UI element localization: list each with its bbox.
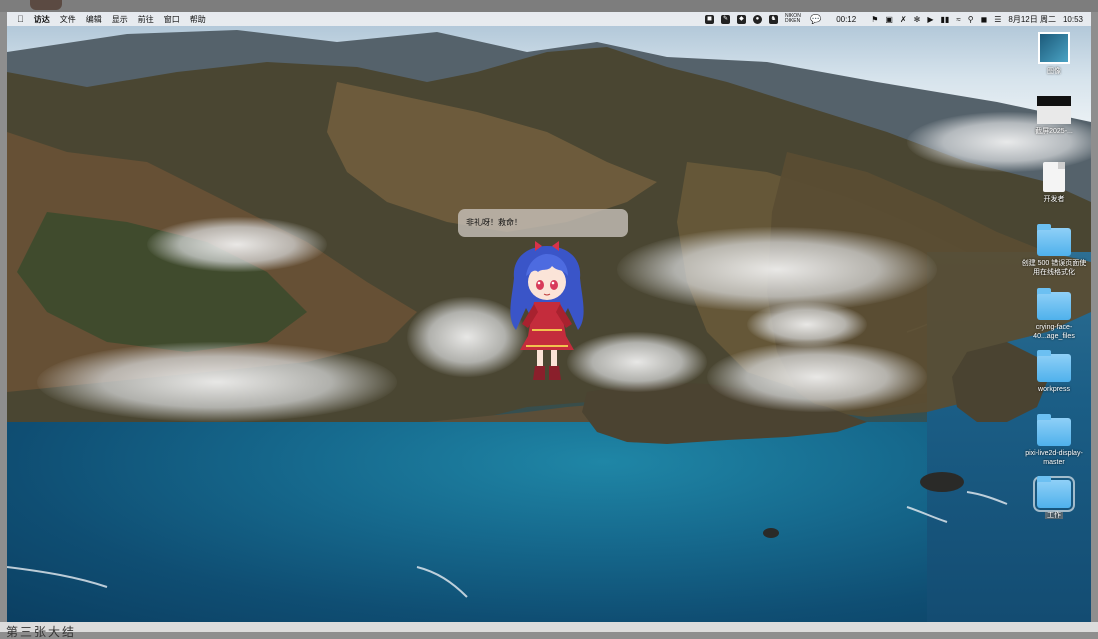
desktop-icon-label: 截屏2025-... xyxy=(1035,128,1073,135)
character-speech-bubble: 非礼呀！救命！ xyxy=(458,209,628,237)
desktop-icon-label: crying-face-40...age_files xyxy=(1033,324,1075,340)
cloud-4 xyxy=(617,227,937,312)
desktop-icon-label: 开发者 xyxy=(1043,196,1065,203)
document-file-icon xyxy=(1043,162,1065,192)
wifi-icon[interactable]: ≈ xyxy=(956,15,960,24)
nikon-label[interactable]: NIKON DIKEN xyxy=(785,14,803,24)
menubar-time[interactable]: 10:53 xyxy=(1063,15,1083,24)
battery-icon[interactable]: ▮▮ xyxy=(941,15,950,24)
sea-rock-small xyxy=(763,528,779,538)
speech-text: 非礼呀！救命！ xyxy=(466,218,522,227)
menubar-date[interactable]: 8月12日 周二 xyxy=(1008,14,1056,25)
folder-icon xyxy=(1037,350,1071,382)
desktop-icon-document[interactable]: 开发者 xyxy=(1019,162,1089,204)
desktop-icon-label: 工作 xyxy=(1045,512,1063,519)
play-icon[interactable]: ▶ xyxy=(927,15,933,24)
timer-readout[interactable]: 00:12 xyxy=(836,15,856,24)
bottom-strip: 第三张大结 xyxy=(0,622,1098,638)
desktop-icon-screenshot[interactable]: 截屏2025-... xyxy=(1019,96,1089,136)
menu-help[interactable]: 帮助 xyxy=(190,14,206,25)
menu-file[interactable]: 文件 xyxy=(60,14,76,25)
desktop-icon-image[interactable]: 图像 xyxy=(1019,32,1089,76)
screen-icon[interactable]: ▣ xyxy=(885,15,893,24)
desktop-icon-label: pixi-live2d-display-master xyxy=(1025,450,1083,466)
bookmark-icon[interactable]: ⚑ xyxy=(871,15,878,24)
cloud-2 xyxy=(37,342,397,422)
desktop-icon-label: workpress xyxy=(1038,386,1070,393)
boot-right xyxy=(549,366,561,380)
folder-icon xyxy=(1033,476,1075,512)
apple-icon[interactable]:  xyxy=(17,14,24,24)
desktop-icon-label: 创建 500 错误页面使用在线格式化 xyxy=(1021,260,1087,276)
app-icon[interactable]: ● xyxy=(752,14,762,24)
desktop-icon-folder[interactable]: workpress xyxy=(1019,350,1089,394)
surf xyxy=(7,491,1008,598)
desktop-icon-folder[interactable]: pixi-live2d-display-master xyxy=(1019,414,1089,467)
image-file-icon xyxy=(1038,32,1070,64)
boot-left xyxy=(533,366,545,380)
live2d-character[interactable] xyxy=(502,238,592,383)
sea-rock xyxy=(920,472,964,492)
desktop-icon-folder[interactable]: crying-face-40...age_files xyxy=(1019,288,1089,341)
cloud-6 xyxy=(707,342,927,412)
menu-view[interactable]: 显示 xyxy=(112,14,128,25)
cloud-8 xyxy=(747,302,867,347)
wechat-icon[interactable]: 💬 xyxy=(810,14,821,25)
bottom-text: 第三张大结 xyxy=(6,625,77,639)
app-icon[interactable]: ♞ xyxy=(768,14,778,24)
desktop-icon-folder-selected[interactable]: 工作 xyxy=(1019,476,1089,520)
menu-window[interactable]: 窗口 xyxy=(164,14,180,25)
search-icon[interactable]: ⚲ xyxy=(968,15,974,24)
folder-icon xyxy=(1037,224,1071,256)
eye-shine-left xyxy=(537,281,541,285)
avatar-thumb xyxy=(30,0,62,10)
desktop-screen:  访达 文件 编辑 显示 前往 窗口 帮助 ◼ ✎ ◆ ● ♞ NIKON D… xyxy=(7,12,1091,622)
eye-shine-right xyxy=(551,281,555,285)
cloud-1 xyxy=(147,217,327,272)
eye-right xyxy=(550,280,558,290)
control-center-icon[interactable]: ☰ xyxy=(994,15,1001,24)
app-icon[interactable]: ✎ xyxy=(720,14,730,24)
menu-finder[interactable]: 访达 xyxy=(34,14,50,25)
desktop-icon-folder[interactable]: 创建 500 错误页面使用在线格式化 xyxy=(1019,224,1089,277)
app-icon[interactable]: ◆ xyxy=(736,14,746,24)
mute-icon[interactable]: ✗ xyxy=(900,15,907,24)
screen-share-icon[interactable]: ◼ xyxy=(981,15,988,24)
window-top-strip xyxy=(0,0,1098,12)
bluetooth-icon[interactable]: ✻ xyxy=(914,15,921,24)
app-icon[interactable]: ◼ xyxy=(704,14,714,24)
menu-edit[interactable]: 编辑 xyxy=(86,14,102,25)
folder-icon xyxy=(1037,288,1071,320)
screenshot-file-icon xyxy=(1037,96,1071,124)
desktop-icon-label: 图像 xyxy=(1047,68,1061,75)
eye-left xyxy=(536,280,544,290)
menu-go[interactable]: 前往 xyxy=(138,14,154,25)
menu-bar:  访达 文件 编辑 显示 前往 窗口 帮助 ◼ ✎ ◆ ● ♞ NIKON D… xyxy=(7,12,1091,26)
folder-icon xyxy=(1037,414,1071,446)
